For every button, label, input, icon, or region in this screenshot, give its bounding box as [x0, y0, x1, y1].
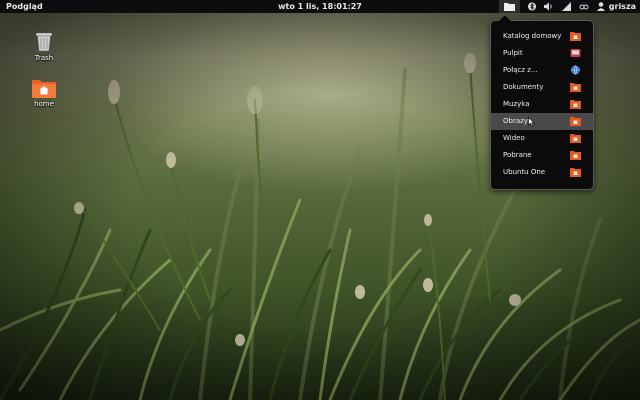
home-folder-icon	[32, 80, 56, 98]
videos-folder-icon	[570, 134, 581, 143]
menu-pointer-inner	[499, 15, 511, 21]
user-icon	[596, 2, 605, 11]
home-folder-icon	[570, 32, 581, 41]
places-menu-item-label: Katalog domowy	[503, 32, 562, 40]
downloads-folder-icon	[570, 151, 581, 160]
places-menu-item-label: Dokumenty	[503, 83, 544, 91]
desktop-icon-home[interactable]: home	[24, 78, 64, 108]
system-tray: grisza	[495, 0, 636, 13]
places-menu-button[interactable]	[498, 0, 520, 13]
places-menu-item-label: Wideo	[503, 134, 525, 142]
signal-icon	[561, 2, 571, 11]
user-menu-button[interactable]: grisza	[596, 0, 636, 13]
folder-icon	[503, 3, 515, 11]
places-menu-item-label: Pobrane	[503, 151, 532, 159]
places-menu-item[interactable]: Obrazy	[491, 113, 593, 130]
places-menu-item[interactable]: Wideo	[491, 130, 593, 147]
desktop-icon-label: home	[34, 100, 54, 108]
desktop-icon-trash[interactable]: Trash	[24, 30, 64, 62]
pictures-folder-icon	[570, 117, 581, 126]
network-button[interactable]	[561, 0, 571, 13]
places-menu-item[interactable]: Katalog domowy	[491, 28, 593, 45]
places-menu-item-label: Pulpit	[503, 49, 523, 57]
desktop-icon	[570, 49, 581, 57]
places-menu-item-label: Muzyka	[503, 100, 530, 108]
volume-icon	[543, 2, 552, 11]
music-folder-icon	[570, 100, 581, 109]
places-menu-list: Katalog domowy Pulpit Połącz z... Dokumenty…	[491, 28, 593, 181]
accessibility-icon	[579, 4, 589, 9]
network-globe-icon	[571, 65, 580, 75]
desktop-icon-label: Trash	[34, 54, 54, 62]
places-menu-item[interactable]: Połącz z...	[491, 62, 593, 79]
places-menu-item[interactable]: Ubuntu One	[491, 164, 593, 181]
places-menu-item[interactable]: Dokumenty	[491, 79, 593, 96]
places-menu-item-label: Połącz z...	[503, 66, 538, 74]
places-menu-item[interactable]: Muzyka	[491, 96, 593, 113]
ubuntu-one-folder-icon	[570, 168, 581, 177]
places-menu-item[interactable]: Pobrane	[491, 147, 593, 164]
user-name: grisza	[608, 2, 636, 11]
places-menu-item-label: Ubuntu One	[503, 168, 546, 176]
bluetooth-button[interactable]	[527, 0, 536, 13]
top-panel: Podgląd wto 1 lis, 18:01:27 grisza	[0, 0, 640, 13]
documents-folder-icon	[570, 83, 581, 92]
places-menu-item-label: Obrazy	[503, 117, 528, 125]
bluetooth-icon	[527, 2, 536, 11]
trash-icon	[35, 32, 53, 52]
places-menu-item[interactable]: Pulpit	[491, 45, 593, 62]
places-menu: Katalog domowy Pulpit Połącz z... Dokumenty…	[490, 20, 594, 190]
volume-button[interactable]	[543, 0, 554, 13]
mouse-cursor-icon	[528, 117, 535, 127]
accessibility-button[interactable]	[579, 0, 589, 13]
